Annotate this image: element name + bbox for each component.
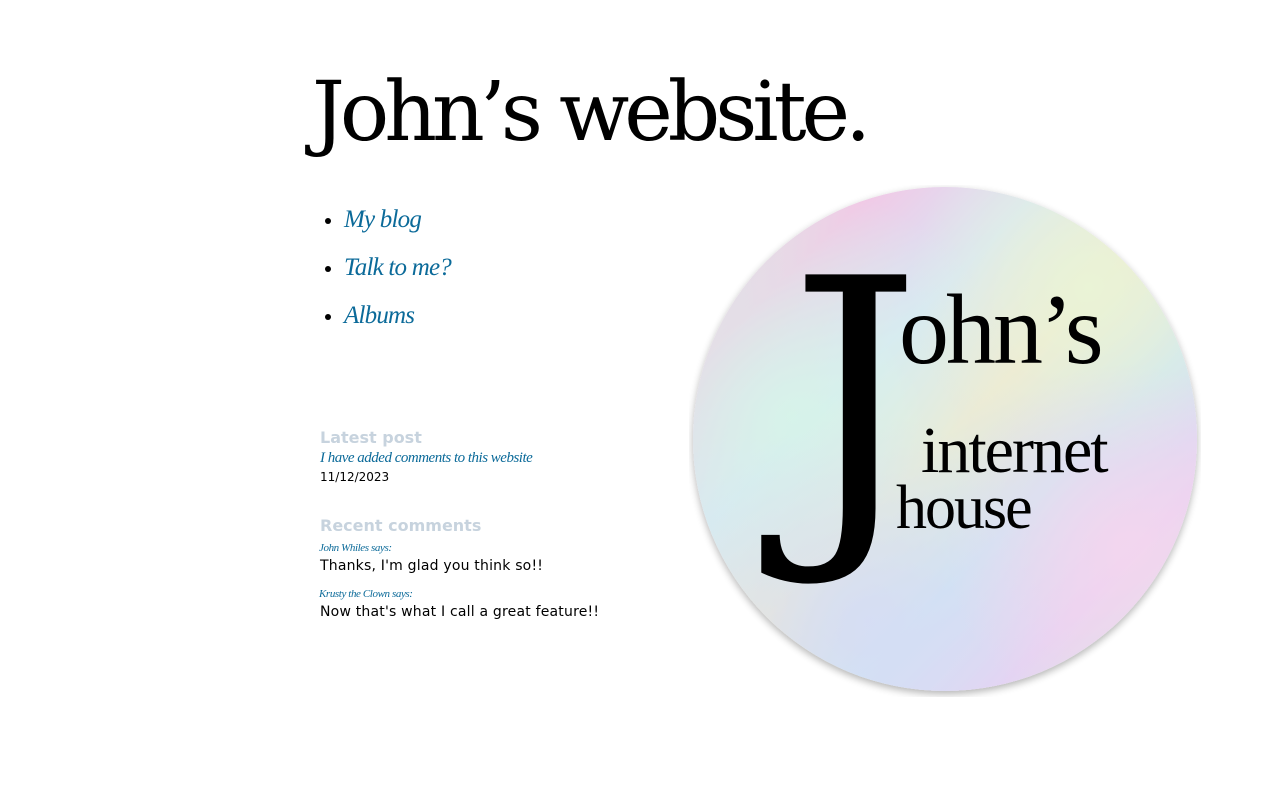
main-nav: My blog Talk to me? Albums xyxy=(320,198,452,342)
comment-text: Now that's what I call a great feature!! xyxy=(320,604,600,620)
nav-item-talk: Talk to me? xyxy=(344,246,452,294)
comment-author-line: John Whiles says: xyxy=(319,540,660,556)
latest-post-heading: Latest post xyxy=(320,428,422,447)
logo-word-house: house xyxy=(896,474,1031,542)
nav-item-blog: My blog xyxy=(344,198,451,246)
latest-post-section: Latest post I have added comments to thi… xyxy=(320,428,660,486)
site-logo: J ohn’s internet house xyxy=(689,185,1201,697)
nav-link-talk-to-me[interactable]: Talk to me? xyxy=(344,254,452,281)
comment-author-link[interactable]: John Whiles xyxy=(319,542,369,554)
comment-item: Krusty the Clown says: Now that's what I… xyxy=(319,586,660,622)
recent-comments-section: Recent comments John Whiles says: Thanks… xyxy=(319,516,660,632)
nav-link-albums[interactable]: Albums xyxy=(344,302,415,329)
site-title: John’s website. xyxy=(312,65,871,160)
comment-says-label: says: xyxy=(389,588,413,600)
comment-says-label: says: xyxy=(368,542,392,554)
holographic-logo-graphic: J ohn’s internet house xyxy=(693,187,1197,691)
nav-link-my-blog[interactable]: My blog xyxy=(344,206,422,233)
latest-post-date: 11/12/2023 xyxy=(320,470,390,484)
comment-author-link[interactable]: Krusty the Clown xyxy=(319,588,390,600)
nav-item-albums: Albums xyxy=(344,294,451,342)
comment-item: John Whiles says: Thanks, I'm glad you t… xyxy=(319,540,660,576)
latest-post-link[interactable]: I have added comments to this website xyxy=(320,448,660,468)
comment-author-line: Krusty the Clown says: xyxy=(319,586,660,602)
comment-text: Thanks, I'm glad you think so!! xyxy=(320,558,544,574)
logo-word-johns: ohn’s xyxy=(899,274,1101,385)
recent-comments-heading: Recent comments xyxy=(320,516,482,535)
